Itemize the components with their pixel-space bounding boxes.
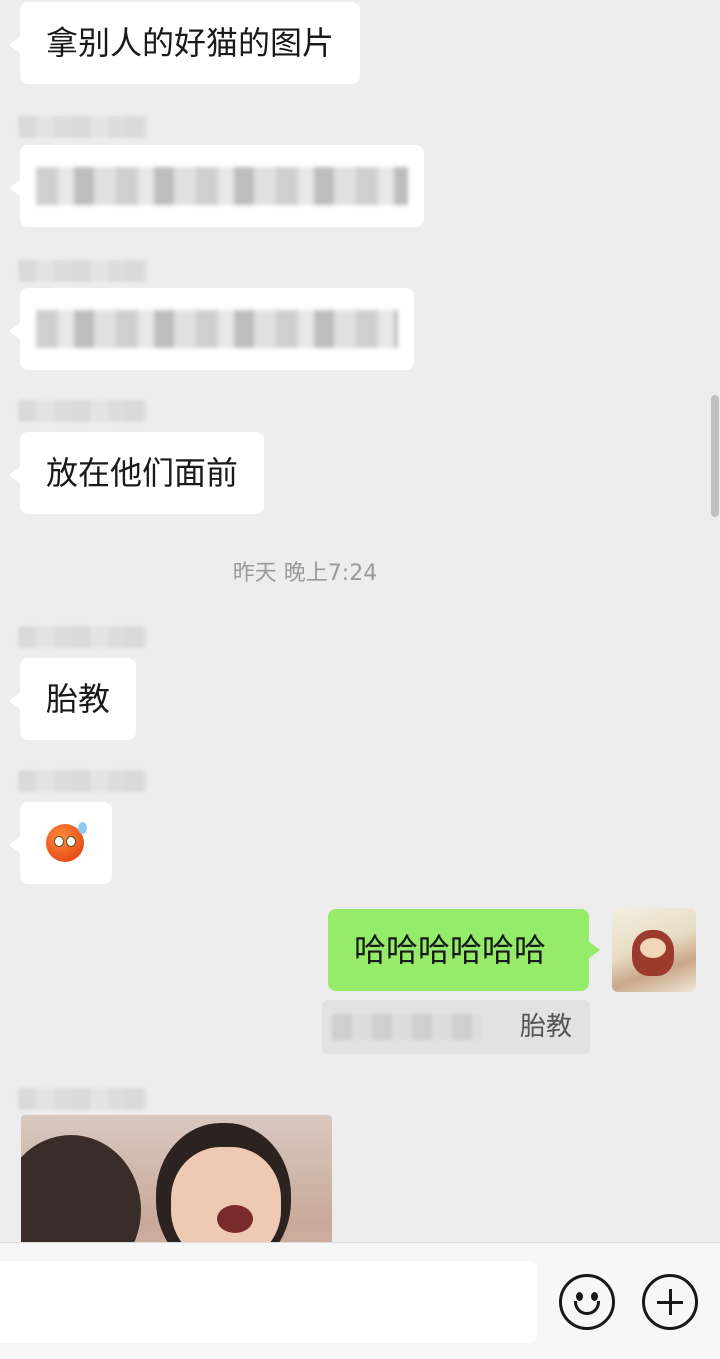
my-avatar[interactable]	[612, 908, 696, 992]
message-text: 哈哈哈哈哈哈	[354, 931, 547, 969]
quoted-reply[interactable]: 胎教	[322, 1000, 590, 1054]
message-bubble-redacted[interactable]	[9, 288, 414, 370]
redacted-content	[36, 167, 408, 205]
plus-circle-icon[interactable]	[642, 1274, 698, 1330]
smile-icon[interactable]	[559, 1274, 615, 1330]
redacted-quote-sender	[332, 1014, 482, 1040]
redacted-content	[36, 310, 398, 348]
sender-name-redacted	[18, 400, 148, 422]
sender-name-redacted	[18, 116, 148, 138]
message-bubble[interactable]: 拿别人的好猫的图片	[8, 2, 361, 84]
chat-message-list[interactable]: 拿别人的好猫的图片 放在他们面前 昨天 晚上7:24 胎教 哈哈哈哈哈哈 胎教	[0, 0, 720, 1242]
quoted-text: 胎教	[519, 1012, 572, 1042]
timestamp: 昨天 晚上7:24	[232, 561, 378, 586]
message-bubble[interactable]: 胎教	[8, 658, 137, 740]
emoji-message-bubble[interactable]	[9, 802, 112, 884]
sweat-frown-emoji-icon	[46, 822, 87, 862]
message-bubble[interactable]: 放在他们面前	[8, 432, 265, 514]
message-text: 拿别人的好猫的图片	[46, 24, 335, 62]
sent-message-bubble[interactable]: 哈哈哈哈哈哈	[328, 909, 600, 991]
sender-name-redacted	[18, 260, 148, 282]
sender-name-redacted	[18, 770, 148, 792]
scrollbar[interactable]	[711, 395, 719, 517]
image-message[interactable]	[21, 1115, 332, 1242]
sender-name-redacted	[18, 626, 148, 648]
message-input[interactable]	[0, 1261, 537, 1343]
message-text: 放在他们面前	[46, 454, 239, 492]
sender-name-redacted	[18, 1088, 148, 1110]
message-text: 胎教	[46, 680, 111, 718]
message-bubble-redacted[interactable]	[9, 145, 424, 227]
input-toolbar	[0, 1242, 720, 1359]
